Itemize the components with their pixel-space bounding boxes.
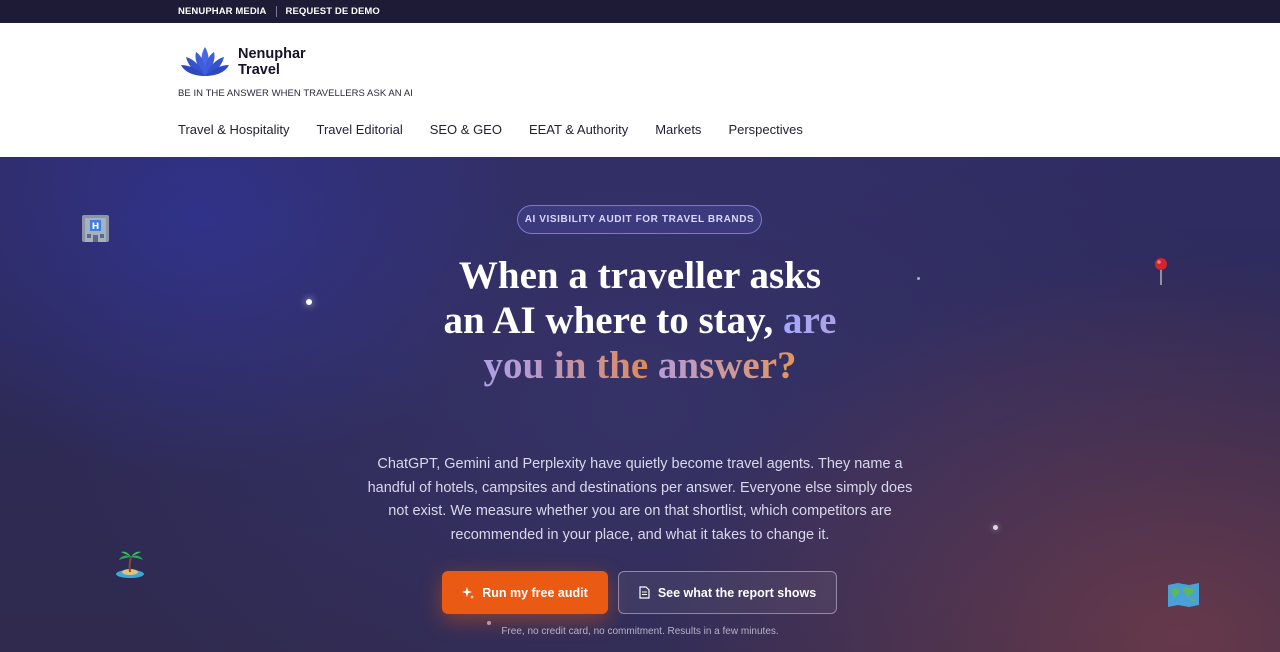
brand-logo-link[interactable]: Nenuphar Travel [180, 45, 306, 79]
hero-subtext: ChatGPT, Gemini and Perplexity have quie… [367, 456, 913, 543]
hero-badge-label: AI VISIBILITY AUDIT FOR TRAVEL BRANDS [524, 214, 755, 225]
see-report-label: See what the report shows [657, 585, 817, 600]
hero-badge: AI VISIBILITY AUDIT FOR TRAVEL BRANDS [517, 205, 762, 234]
nav-item-travel-hospitality[interactable]: Travel & Hospitality [178, 122, 290, 137]
brand-name: Nenuphar Travel [238, 46, 306, 78]
nav-item-eeat-authority[interactable]: EEAT & Authority [529, 122, 628, 137]
brand-name-line2: Travel [238, 62, 280, 78]
hotel-icon: H [82, 215, 109, 242]
hero-section: H AI VISIBILITY AUDIT FOR TRAVEL BRANDS … [0, 157, 1280, 652]
site-header: Nenuphar Travel BE IN THE ANSWER WHEN TR… [0, 23, 1280, 157]
world-map-icon [1168, 583, 1199, 607]
sparkle-icon [462, 586, 475, 599]
see-report-button[interactable]: See what the report shows [618, 571, 837, 614]
nav-item-travel-editorial[interactable]: Travel Editorial [317, 122, 403, 137]
hero-headline: When a traveller asks an AI where to sta… [440, 253, 840, 388]
main-nav: Travel & Hospitality Travel Editorial SE… [178, 122, 803, 137]
nav-item-perspectives[interactable]: Perspectives [728, 122, 802, 137]
cta-fineprint: Free, no credit card, no commitment. Res… [501, 626, 779, 637]
hero-headline-accent-end: answer? [657, 344, 797, 387]
hero-headline-plain: When a traveller asks an AI where to sta… [443, 254, 822, 342]
sparkle-dot [917, 277, 920, 280]
run-free-audit-label: Run my free audit [482, 585, 588, 600]
island-icon [116, 551, 144, 578]
topbar-link-request-demo[interactable]: REQUEST DE DEMO [286, 6, 380, 17]
nav-item-markets[interactable]: Markets [655, 122, 701, 137]
topbar-divider [275, 6, 277, 17]
map-pin-icon [1155, 258, 1167, 285]
brand-name-line1: Nenuphar [238, 46, 306, 62]
svg-text:H: H [92, 222, 100, 232]
run-free-audit-button[interactable]: Run my free audit [442, 571, 608, 614]
document-icon [639, 586, 650, 599]
nav-item-seo-geo[interactable]: SEO & GEO [430, 122, 502, 137]
sparkle-dot [993, 525, 998, 530]
top-utility-bar: NENUPHAR MEDIA REQUEST DE DEMO [0, 0, 1280, 23]
lotus-logo-icon [181, 47, 229, 76]
brand-tagline: BE IN THE ANSWER WHEN TRAVELLERS ASK AN … [178, 88, 413, 99]
sparkle-dot [487, 621, 491, 625]
topbar-link-nenuphar-media[interactable]: NENUPHAR MEDIA [178, 6, 267, 17]
sparkle-dot [306, 299, 312, 305]
